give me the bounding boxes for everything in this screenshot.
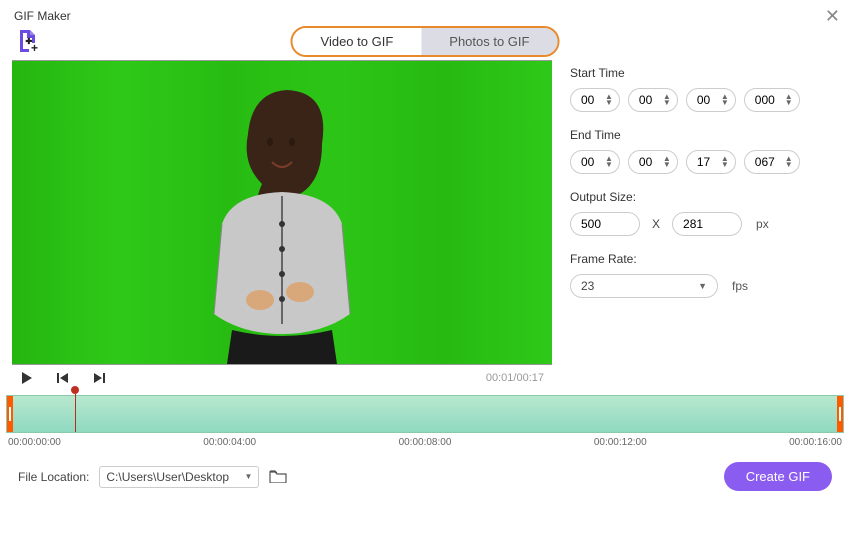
tab-video-to-gif[interactable]: Video to GIF: [293, 28, 422, 55]
px-unit: px: [756, 217, 769, 231]
size-separator: X: [652, 217, 660, 231]
output-height[interactable]: [672, 212, 742, 236]
stepper-arrows[interactable]: ▲▼: [605, 94, 613, 106]
window-title: GIF Maker: [14, 9, 71, 23]
output-size-label: Output Size:: [570, 190, 838, 204]
video-preview[interactable]: [12, 60, 552, 365]
end-seconds[interactable]: ▲▼: [686, 150, 736, 174]
start-ms[interactable]: ▲▼: [744, 88, 800, 112]
frame-rate-label: Frame Rate:: [570, 252, 838, 266]
end-minutes[interactable]: ▲▼: [628, 150, 678, 174]
end-time-label: End Time: [570, 128, 838, 142]
prev-frame-icon[interactable]: [56, 371, 70, 385]
chevron-down-icon: ▼: [244, 472, 252, 481]
playback-time: 00:01/00:17: [486, 372, 544, 384]
create-gif-button[interactable]: Create GIF: [724, 462, 832, 491]
mode-tabs: Video to GIF Photos to GIF: [291, 26, 560, 57]
tab-photos-to-gif[interactable]: Photos to GIF: [421, 28, 557, 55]
tick-label: 00:00:04:00: [203, 437, 256, 448]
timeline-ticks: 00:00:00:00 00:00:04:00 00:00:08:00 00:0…: [6, 433, 844, 448]
output-width[interactable]: [570, 212, 640, 236]
timeline-track[interactable]: [6, 395, 844, 433]
browse-folder-icon[interactable]: [269, 469, 287, 485]
document-add-icon[interactable]: +: [18, 30, 38, 52]
end-ms[interactable]: ▲▼: [744, 150, 800, 174]
start-minutes[interactable]: ▲▼: [628, 88, 678, 112]
chevron-down-icon: ▼: [698, 281, 707, 291]
close-icon[interactable]: ✕: [825, 7, 840, 25]
fps-unit: fps: [732, 279, 748, 293]
stepper-arrows[interactable]: ▲▼: [785, 156, 793, 168]
stepper-arrows[interactable]: ▲▼: [721, 156, 729, 168]
tick-label: 00:00:16:00: [789, 437, 842, 448]
play-icon[interactable]: [20, 371, 34, 385]
start-seconds[interactable]: ▲▼: [686, 88, 736, 112]
file-location-label: File Location:: [18, 470, 89, 484]
trim-handle-left[interactable]: [7, 396, 13, 432]
file-path-select[interactable]: C:\Users\User\Desktop ▼: [99, 466, 259, 488]
start-hours[interactable]: ▲▼: [570, 88, 620, 112]
end-hours[interactable]: ▲▼: [570, 150, 620, 174]
file-path-value: C:\Users\User\Desktop: [106, 470, 229, 484]
stepper-arrows[interactable]: ▲▼: [605, 156, 613, 168]
stepper-arrows[interactable]: ▲▼: [785, 94, 793, 106]
trim-handle-right[interactable]: [837, 396, 843, 432]
tick-label: 00:00:08:00: [399, 437, 452, 448]
frame-rate-value: 23: [581, 279, 594, 293]
next-frame-icon[interactable]: [92, 371, 106, 385]
preview-subject: [162, 84, 402, 364]
stepper-arrows[interactable]: ▲▼: [663, 156, 671, 168]
tick-label: 00:00:12:00: [594, 437, 647, 448]
stepper-arrows[interactable]: ▲▼: [721, 94, 729, 106]
start-time-label: Start Time: [570, 66, 838, 80]
tick-label: 00:00:00:00: [8, 437, 61, 448]
frame-rate-select[interactable]: 23 ▼: [570, 274, 718, 298]
svg-text:+: +: [31, 41, 38, 52]
playhead-line: [75, 394, 76, 432]
stepper-arrows[interactable]: ▲▼: [663, 94, 671, 106]
